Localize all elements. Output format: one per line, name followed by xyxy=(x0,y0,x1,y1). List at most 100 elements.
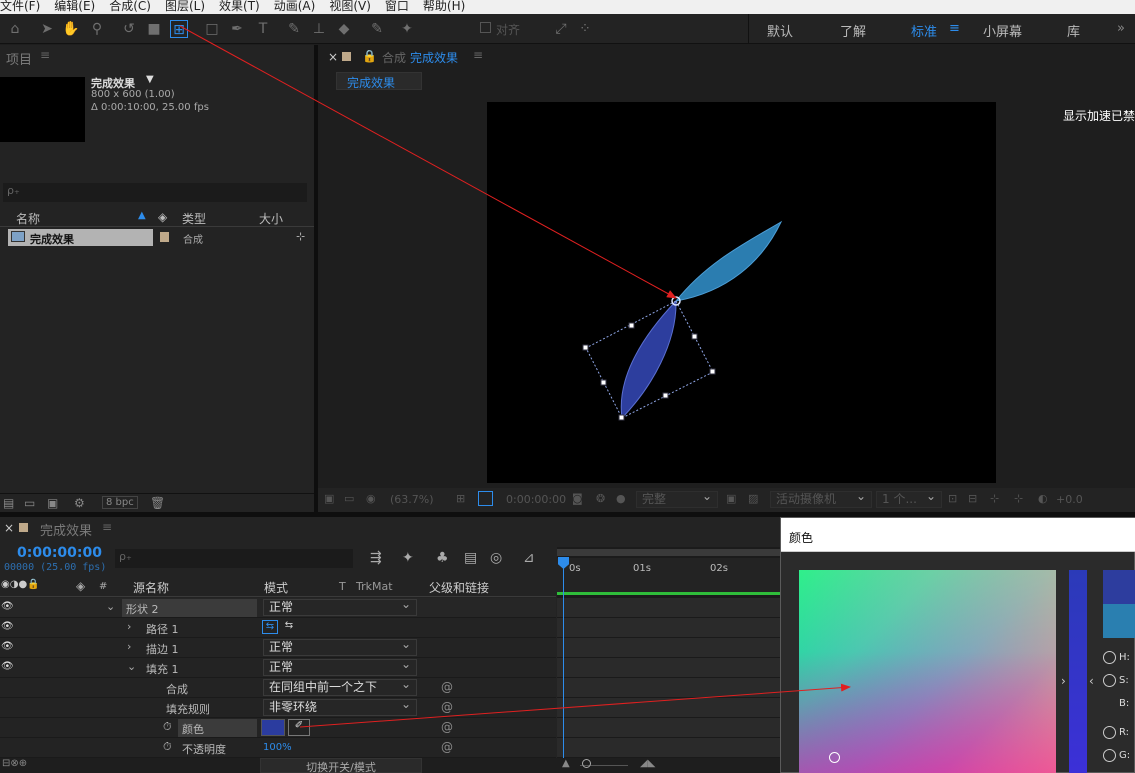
col-size[interactable]: 大小 xyxy=(259,210,283,227)
color-picker-marker[interactable] xyxy=(829,752,840,763)
fill-mode-dropdown[interactable]: 正常 xyxy=(263,657,417,676)
property-row-composite[interactable]: 合成 在同组中前一个之下 @ xyxy=(0,677,556,698)
col-t[interactable]: T xyxy=(339,580,346,593)
visibility-eye-icon[interactable]: 👁 xyxy=(1,621,14,632)
region-of-interest-icon[interactable]: ▣ xyxy=(324,492,334,505)
stroke-mode-dropdown[interactable]: 正常 xyxy=(263,637,417,656)
pen-tool-icon[interactable]: ✒ xyxy=(228,20,246,38)
handle[interactable] xyxy=(691,333,698,340)
selection-tool-icon[interactable]: ➤ xyxy=(38,20,56,38)
menu-item[interactable]: 效果(T) xyxy=(219,0,260,14)
toggle-switches-modes-button[interactable]: 切换开关/模式 xyxy=(260,758,422,773)
view-layout-dropdown[interactable]: 1 个... xyxy=(876,489,942,508)
zoom-in-icon[interactable]: ◢◣ xyxy=(640,758,655,769)
color-dialog-titlebar[interactable]: 颜色 xyxy=(781,518,1135,552)
snap-icon[interactable]: ⤢ xyxy=(552,20,570,38)
timeline-menu-icon[interactable]: ≡ xyxy=(102,520,112,534)
property-row-fill-rule[interactable]: 填充规则 非零环绕 @ xyxy=(0,697,556,718)
layer-mode-dropdown[interactable]: 正常 xyxy=(263,597,417,616)
expand-arrow-icon[interactable]: ⌄ xyxy=(106,600,115,613)
frame-blending-icon[interactable]: ▤ xyxy=(464,550,477,566)
grid-icon[interactable]: ⊞ xyxy=(456,492,465,505)
time-ruler[interactable]: 0s 01s 02s xyxy=(557,558,780,594)
col-name[interactable]: 名称 xyxy=(16,210,40,227)
col-type[interactable]: 类型 xyxy=(182,210,206,227)
menu-item[interactable]: 文件(F) xyxy=(0,0,40,14)
stopwatch-icon[interactable]: ⏱ xyxy=(163,740,172,754)
zoom-slider-handle[interactable] xyxy=(582,759,591,768)
resolution-dropdown[interactable]: 完整 xyxy=(636,489,718,508)
project-search-input[interactable]: ρ₊ xyxy=(3,183,307,202)
hue-slider-left-arrow[interactable]: ‹ xyxy=(1089,674,1094,688)
monitor-icon[interactable]: ▭ xyxy=(344,492,354,505)
menu-item[interactable]: 图层(L) xyxy=(165,0,205,14)
eyedropper-icon[interactable]: ✐ xyxy=(288,719,310,736)
project-settings-icon[interactable]: ⚙ xyxy=(74,496,85,510)
av-features-icons[interactable]: ◉◑●🔒 xyxy=(1,579,40,590)
hand-tool-icon[interactable]: ✋ xyxy=(62,20,80,38)
workspace-learn[interactable]: 了解 xyxy=(840,21,866,40)
pickwhip-icon[interactable]: @ xyxy=(441,740,453,754)
timeline-icon[interactable]: ⊟ xyxy=(968,492,977,505)
layer-row-shape[interactable]: 👁 ⌄ 形状 2 正常 xyxy=(0,597,556,618)
playhead-line[interactable] xyxy=(563,558,564,758)
roto-brush-tool-icon[interactable]: ✎ xyxy=(368,20,386,38)
property-row-stroke[interactable]: 👁 › 描边 1 正常 xyxy=(0,637,556,658)
panel-menu-icon[interactable]: ≡ xyxy=(40,48,50,62)
zoom-level[interactable]: (63.7%) xyxy=(390,493,434,506)
hue-slider[interactable] xyxy=(1069,570,1087,773)
channel-icon[interactable]: ● xyxy=(616,492,626,505)
work-area-bar[interactable] xyxy=(557,549,780,556)
visibility-eye-icon[interactable]: 👁 xyxy=(1,661,14,672)
lock-icon[interactable]: 🔒 xyxy=(362,49,377,63)
bit-depth-button[interactable]: 8 bpc xyxy=(102,496,138,509)
timeline-search-input[interactable]: ρ₊ xyxy=(115,549,353,568)
color-field[interactable] xyxy=(799,570,1056,773)
fast-preview-icon[interactable]: ▣ xyxy=(726,492,736,505)
path-direction-icon[interactable]: ⇆ xyxy=(262,620,278,634)
current-time[interactable]: 0:00:00:00 xyxy=(506,493,566,506)
stopwatch-icon[interactable]: ⏱ xyxy=(163,720,172,734)
rotate-tool-icon[interactable]: ↺ xyxy=(120,20,138,38)
flowchart-icon[interactable]: ⊹ xyxy=(296,230,305,243)
mask-visibility-icon[interactable]: ◉ xyxy=(366,492,376,505)
comp-tab[interactable]: 完成效果 xyxy=(336,72,422,90)
menu-item[interactable]: 窗口 xyxy=(385,0,409,14)
col-source-name[interactable]: 源名称 xyxy=(133,579,169,596)
label-tag-icon[interactable]: ◈ xyxy=(76,579,85,593)
pickwhip-icon[interactable]: @ xyxy=(441,720,453,734)
new-folder-icon[interactable]: ▭ xyxy=(24,496,35,510)
close-panel-icon[interactable]: × xyxy=(328,50,338,64)
handle[interactable] xyxy=(628,322,635,329)
graph-editor-icon[interactable]: ⊿ xyxy=(523,550,535,566)
camera-dropdown[interactable]: 活动摄像机 xyxy=(770,489,872,508)
menu-item[interactable]: 帮助(H) xyxy=(423,0,465,14)
interpret-footage-icon[interactable]: ▤ xyxy=(3,496,14,510)
radio-r[interactable] xyxy=(1103,726,1116,739)
property-row-path[interactable]: 👁 › 路径 1 ⇆ ⇆ xyxy=(0,618,556,638)
radio-g[interactable] xyxy=(1103,749,1116,762)
text-tool-icon[interactable]: T xyxy=(254,20,272,38)
comp-dropdown-icon[interactable]: ▼ xyxy=(146,74,154,85)
opacity-value[interactable]: 100% xyxy=(263,742,292,753)
visibility-eye-icon[interactable]: 👁 xyxy=(1,601,14,612)
track-rows[interactable] xyxy=(557,598,780,758)
col-trkmat[interactable]: TrkMat xyxy=(356,580,393,593)
zoom-tool-icon[interactable]: ⚲ xyxy=(88,20,106,38)
timecode[interactable]: 0:00:00:00 xyxy=(17,545,102,561)
handle[interactable] xyxy=(709,368,716,375)
time-graph-area[interactable]: 0s 01s 02s xyxy=(557,547,780,758)
workspace-library[interactable]: 库 xyxy=(1067,21,1080,40)
layer-duration-bar[interactable] xyxy=(557,592,780,595)
close-timeline-icon[interactable]: × xyxy=(4,521,14,535)
footer-icons[interactable]: ⊟⊗⊕ xyxy=(2,758,27,769)
new-comp-icon[interactable]: ▣ xyxy=(47,496,58,510)
exposure-value[interactable]: +0.0 xyxy=(1056,493,1083,506)
brush-tool-icon[interactable]: ✎ xyxy=(285,20,303,38)
transparency-grid-icon[interactable] xyxy=(478,491,493,506)
snap-grid-icon[interactable]: ⁘ xyxy=(576,20,594,38)
zoom-out-icon[interactable]: ▲ xyxy=(562,758,570,769)
comp-mini-flowchart-icon[interactable]: ⇶ xyxy=(370,550,382,566)
menu-item[interactable]: 合成(C) xyxy=(109,0,151,14)
col-mode[interactable]: 模式 xyxy=(264,579,288,596)
